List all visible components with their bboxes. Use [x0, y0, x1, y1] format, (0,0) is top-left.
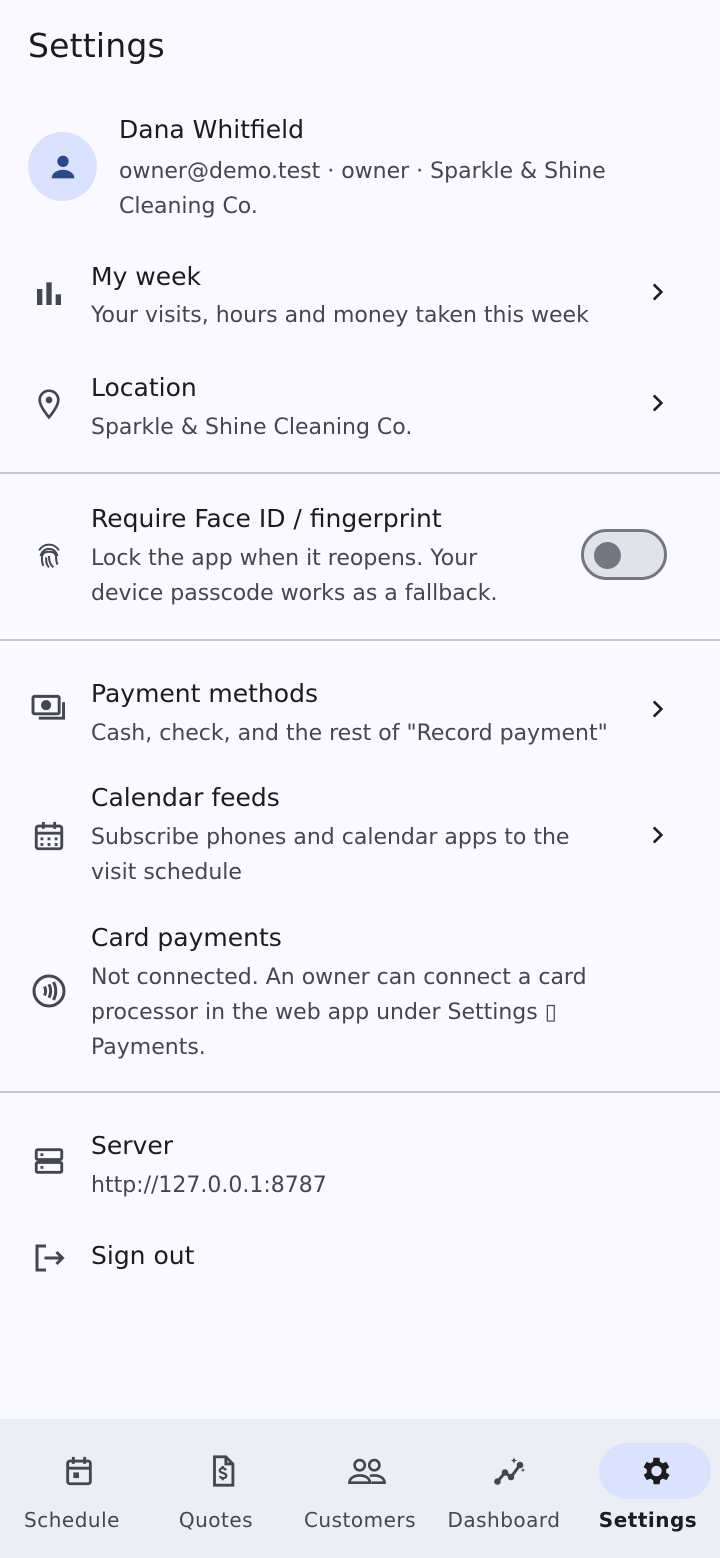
biometric-label: Require Face ID / fingerprint	[91, 504, 442, 533]
payments-icon	[28, 687, 70, 729]
payment-methods-item[interactable]: Payment methods Cash, check, and the res…	[0, 665, 720, 757]
location-item[interactable]: Location Sparkle & Shine Cleaning Co.	[0, 360, 720, 452]
location-sub: Sparkle & Shine Cleaning Co.	[91, 415, 413, 440]
calendar-icon	[28, 815, 70, 857]
sign-out-item[interactable]: Sign out	[0, 1228, 720, 1292]
divider	[0, 639, 720, 641]
invoice-icon	[213, 1455, 235, 1487]
my-week-sub: Your visits, hours and money taken this …	[91, 303, 589, 328]
calendar-today-icon	[66, 1456, 92, 1486]
my-week-label: My week	[91, 262, 201, 291]
page-title: Settings	[28, 26, 165, 65]
calendar-feeds-sub: Subscribe phones and calendar apps to th…	[91, 825, 570, 885]
server-item[interactable]: Server http://127.0.0.1:8787	[0, 1120, 720, 1212]
nav-quotes[interactable]: Quotes	[144, 1419, 288, 1558]
biometric-toggle[interactable]	[581, 529, 667, 580]
nav-pill	[167, 1443, 279, 1499]
divider	[0, 1091, 720, 1093]
divider	[0, 472, 720, 474]
my-week-item[interactable]: My week Your visits, hours and money tak…	[0, 248, 720, 340]
profile-details: owner@demo.test · owner · Sparkle & Shin…	[119, 159, 606, 219]
chevron-right-icon	[642, 820, 672, 850]
nav-pill	[455, 1443, 567, 1499]
nav-label: Customers	[303, 1508, 417, 1532]
card-payments-item[interactable]: Card payments Not connected. An owner ca…	[0, 910, 720, 1070]
profile-name: Dana Whitfield	[119, 115, 304, 144]
logout-icon	[28, 1237, 70, 1279]
server-label: Server	[91, 1131, 173, 1160]
location-pin-icon	[28, 383, 70, 425]
bar-chart-icon	[28, 272, 70, 314]
profile-card: Dana Whitfield owner@demo.test · owner ·…	[0, 112, 720, 232]
chevron-right-icon	[642, 277, 672, 307]
calendar-feeds-label: Calendar feeds	[91, 783, 280, 812]
fingerprint-icon	[28, 535, 70, 577]
sign-out-label: Sign out	[91, 1241, 195, 1270]
calendar-feeds-item[interactable]: Calendar feeds Subscribe phones and cale…	[0, 770, 720, 898]
nav-pill	[311, 1443, 423, 1499]
gear-icon	[643, 1457, 670, 1485]
chevron-right-icon	[642, 388, 672, 418]
toggle-knob	[594, 542, 621, 569]
avatar	[28, 132, 97, 201]
nav-label: Settings	[598, 1508, 698, 1532]
group-icon	[348, 1458, 386, 1485]
nav-settings[interactable]: Settings	[576, 1419, 720, 1558]
biometric-sub: Lock the app when it reopens. Your devic…	[91, 546, 498, 606]
insights-icon	[494, 1457, 526, 1485]
payment-methods-label: Payment methods	[91, 679, 318, 708]
nav-customers[interactable]: Customers	[288, 1419, 432, 1558]
person-icon	[51, 155, 74, 178]
contactless-icon	[28, 970, 70, 1012]
server-url: http://127.0.0.1:8787	[91, 1173, 327, 1198]
nav-label: Dashboard	[447, 1508, 561, 1532]
card-payments-label: Card payments	[91, 923, 282, 952]
nav-label: Quotes	[178, 1508, 254, 1532]
nav-pill	[599, 1443, 711, 1499]
server-icon	[28, 1140, 70, 1182]
nav-dashboard[interactable]: Dashboard	[432, 1419, 576, 1558]
nav-schedule[interactable]: Schedule	[0, 1419, 144, 1558]
card-payments-sub: Not connected. An owner can connect a ca…	[91, 965, 587, 1060]
location-label: Location	[91, 373, 197, 402]
payment-methods-sub: Cash, check, and the rest of "Record pay…	[91, 721, 608, 746]
chevron-right-icon	[642, 694, 672, 724]
bottom-navigation: Schedule Quotes Customers Dashboard Sett…	[0, 1419, 720, 1558]
nav-pill	[23, 1443, 135, 1499]
nav-label: Schedule	[24, 1508, 120, 1532]
